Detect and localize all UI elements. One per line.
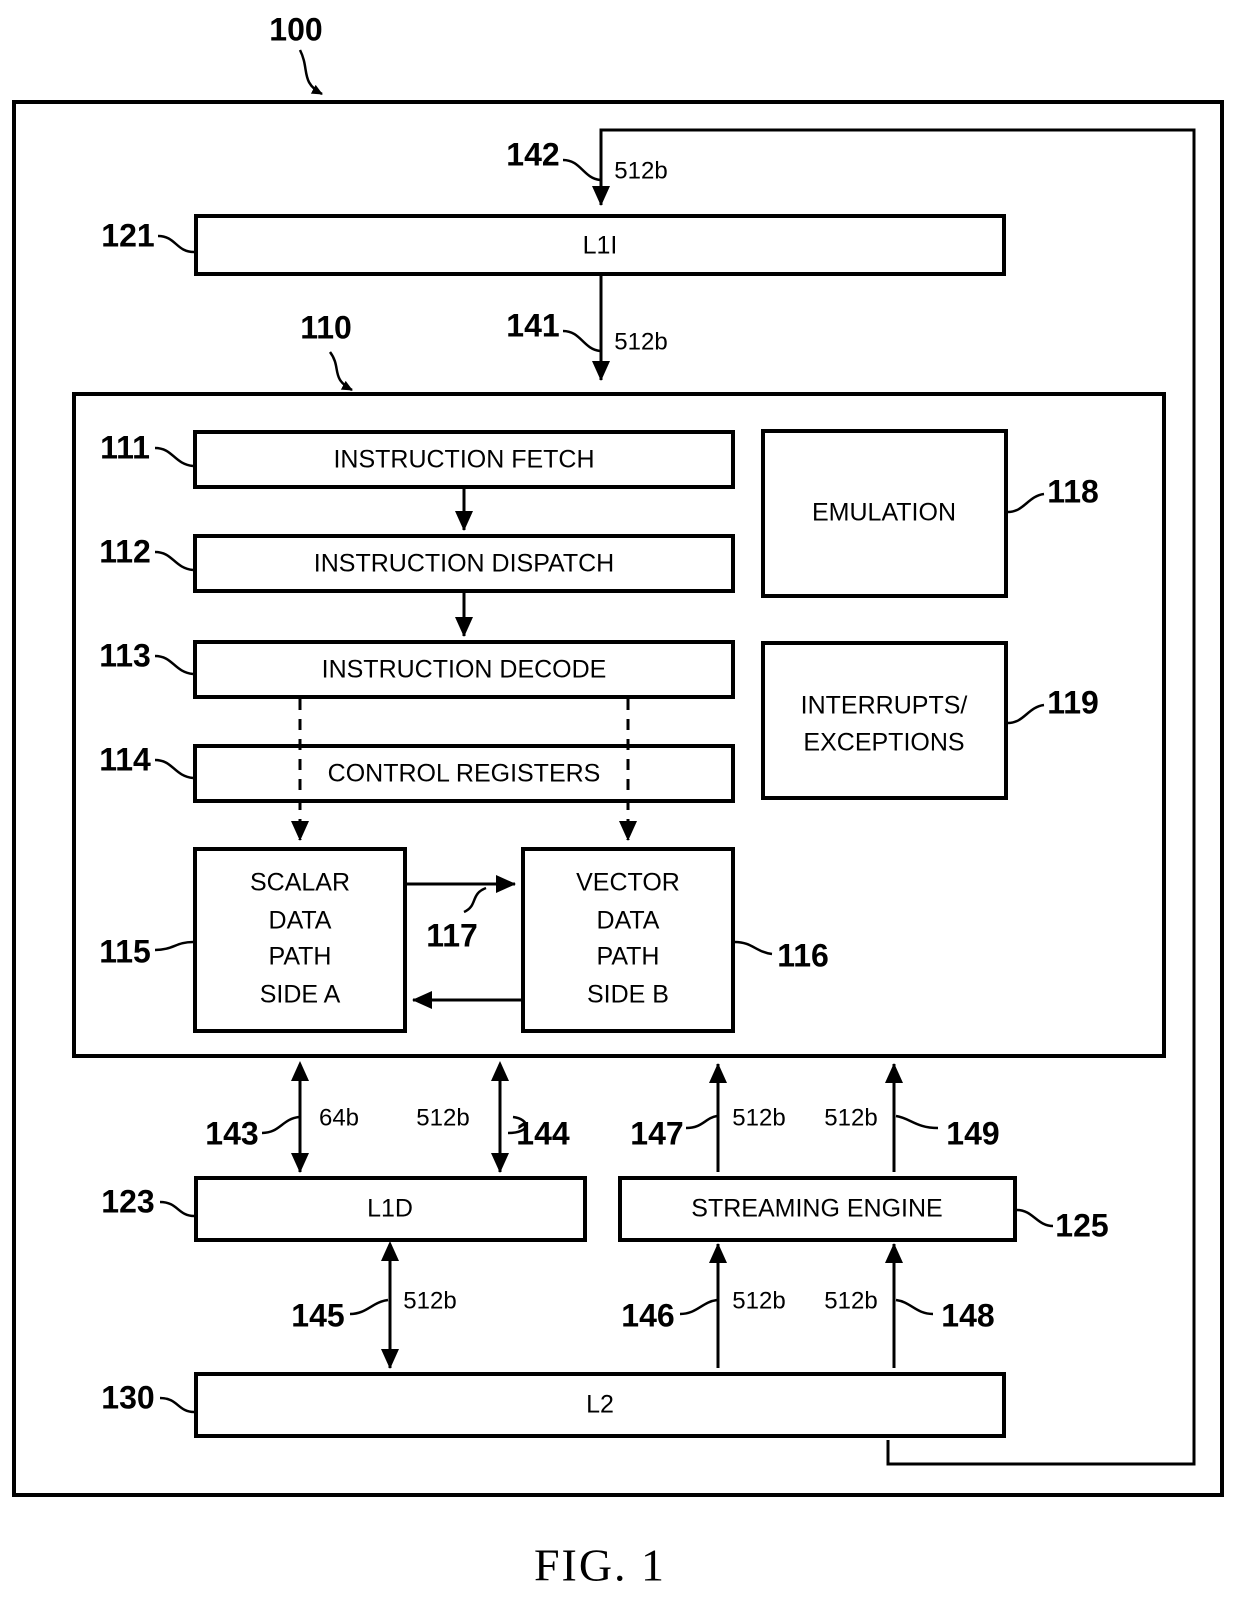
box-vector-datapath-line-1: DATA: [597, 907, 660, 935]
leader-110: [328, 351, 353, 392]
leader-147: [685, 1114, 718, 1130]
ref-143: 143: [205, 1115, 258, 1151]
box-instruction-fetch-label: INSTRUCTION FETCH: [333, 446, 594, 474]
leader-146: [679, 1298, 718, 1316]
ref-142: 142: [506, 136, 559, 172]
ref-113: 113: [99, 637, 151, 673]
bus-144-width: 512b: [416, 1104, 469, 1131]
leader-125: [1016, 1208, 1054, 1228]
box-streaming-engine: [618, 1176, 1017, 1242]
ref-123: 123: [101, 1183, 154, 1219]
box-control-registers: [193, 744, 735, 803]
ref-149: 149: [946, 1115, 999, 1151]
box-l1i-label: L1I: [583, 232, 618, 260]
leader-123: [159, 1200, 195, 1218]
ref-145: 145: [291, 1297, 344, 1333]
box-control-registers-label: CONTROL REGISTERS: [328, 760, 601, 788]
box-vector-datapath-line-0: VECTOR: [576, 869, 680, 897]
bus-145-width: 512b: [403, 1287, 456, 1314]
box-scalar-datapath-line-1: DATA: [269, 907, 332, 935]
leader-116: [734, 940, 773, 956]
ref-125: 125: [1055, 1207, 1108, 1243]
leader-115: [154, 940, 194, 952]
box-instruction-decode-label: INSTRUCTION DECODE: [322, 656, 607, 684]
leader-118: [1007, 492, 1045, 514]
box-interrupts-exceptions-line-1: EXCEPTIONS: [803, 729, 964, 757]
box-interrupts-exceptions: [761, 641, 1008, 800]
box-instruction-decode: [193, 640, 735, 699]
leader-121: [157, 234, 195, 254]
box-scalar-datapath-line-2: PATH: [269, 943, 332, 971]
box-scalar-datapath-line-3: SIDE A: [260, 981, 341, 1009]
leader-141: [562, 329, 601, 353]
bus-147-width: 512b: [732, 1104, 785, 1131]
bus-141-width: 512b: [614, 328, 667, 355]
bus-143-width: 64b: [319, 1104, 359, 1131]
box-emulation-label: EMULATION: [812, 499, 956, 527]
bus-146-width: 512b: [732, 1287, 785, 1314]
box-vector-datapath-line-2: PATH: [597, 943, 660, 971]
leader-119: [1007, 703, 1045, 725]
ref-118: 118: [1047, 473, 1099, 509]
box-instruction-fetch: [193, 430, 735, 489]
leader-112: [154, 550, 194, 572]
leader-111: [154, 446, 194, 468]
leader-117: [463, 886, 487, 914]
ref-117: 117: [426, 917, 478, 953]
ref-111: 111: [100, 429, 150, 465]
figure-svg-canvas: L1I 121 142 512b 141 512b 110 INSTRUCTIO…: [12, 11, 1224, 1591]
leader-142: [562, 158, 601, 182]
ref-100: 100: [269, 11, 322, 47]
ref-116: 116: [777, 937, 829, 973]
box-l1d: [194, 1176, 587, 1242]
bus-142-width: 512b: [614, 157, 667, 184]
ref-141: 141: [506, 307, 559, 343]
figure-caption: FIG. 1: [534, 1540, 666, 1591]
box-scalar-datapath-line-0: SCALAR: [250, 869, 350, 897]
box-l1d-label: L1D: [367, 1195, 413, 1223]
ref-114: 114: [99, 741, 151, 777]
leader-130: [159, 1396, 195, 1414]
box-l1i: [194, 214, 1006, 276]
leader-114: [154, 758, 194, 780]
ref-146: 146: [621, 1297, 674, 1333]
leader-100: [298, 49, 323, 96]
system-boundary-100: [12, 100, 1224, 1497]
ref-148: 148: [941, 1297, 994, 1333]
ref-130: 130: [101, 1379, 154, 1415]
bus-149-width: 512b: [824, 1104, 877, 1131]
box-instruction-dispatch-label: INSTRUCTION DISPATCH: [314, 550, 614, 578]
box-streaming-engine-label: STREAMING ENGINE: [691, 1195, 942, 1223]
leader-144: [507, 1115, 528, 1135]
ref-115: 115: [99, 933, 151, 969]
box-emulation: [761, 429, 1008, 598]
return-path-l2-to-l1i: [592, 128, 1196, 1466]
box-l2: [194, 1372, 1006, 1438]
ref-119: 119: [1047, 684, 1099, 720]
leader-145: [349, 1298, 389, 1316]
leader-143: [261, 1115, 300, 1135]
box-vector-datapath-line-3: SIDE B: [587, 981, 669, 1009]
box-vector-datapath: [521, 847, 735, 1033]
box-l2-label: L2: [586, 1391, 614, 1419]
ref-110: 110: [300, 309, 352, 345]
box-interrupts-exceptions-line-0: INTERRUPTS/: [801, 692, 968, 720]
leader-149: [895, 1114, 939, 1130]
ref-112: 112: [99, 533, 151, 569]
patent-figure-1: L1I 121 142 512b 141 512b 110 INSTRUCTIO…: [0, 0, 1240, 1621]
leader-113: [154, 654, 194, 676]
bus-148-width: 512b: [824, 1287, 877, 1314]
ref-121: 121: [101, 217, 154, 253]
ref-147: 147: [630, 1115, 683, 1151]
box-instruction-dispatch: [193, 534, 735, 593]
ref-144: 144: [516, 1115, 570, 1151]
box-scalar-datapath: [193, 847, 407, 1033]
box-cpu-110: [72, 392, 1166, 1058]
leader-148: [895, 1298, 934, 1316]
